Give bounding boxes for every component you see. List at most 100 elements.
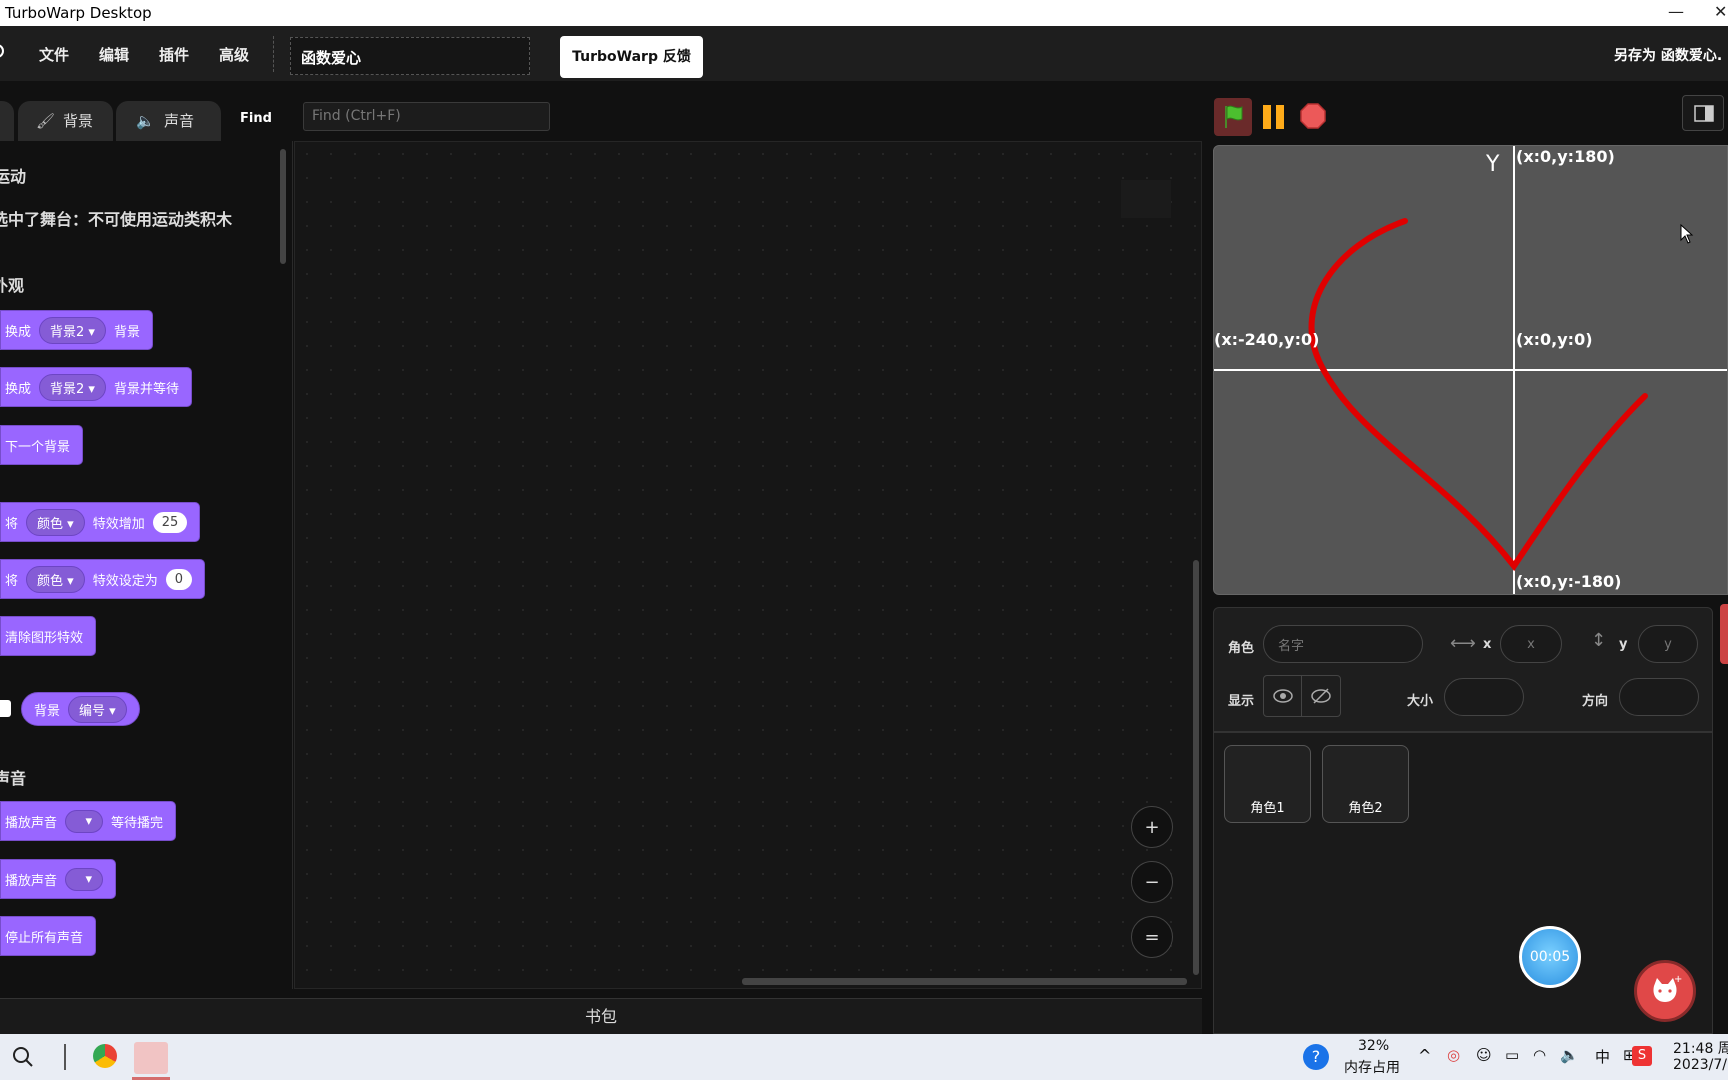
window-title-bar: TurboWarp Desktop — ✕ (0, 0, 1728, 26)
sound-dropdown[interactable]: ▾ (65, 809, 104, 833)
clear-effects-block[interactable]: 清除图形特效 (0, 616, 97, 656)
block-text: 下一个背景 (5, 439, 71, 455)
sprite-thumbnail[interactable]: 角色1 (1224, 745, 1311, 823)
svg-text:+: + (1674, 974, 1682, 985)
close-button[interactable]: ✕ (1714, 2, 1727, 21)
direction-input[interactable] (1619, 678, 1699, 716)
find-input[interactable]: Find (Ctrl+F) (303, 102, 550, 131)
memory-percent: 32% (1358, 1038, 1390, 1054)
looks-heading: 外观 (0, 276, 25, 295)
sprite-list-panel: 角色1 角色2 00:05 + (1213, 732, 1713, 1034)
feedback-button[interactable]: TurboWarp 反馈 (560, 36, 703, 78)
x-position-input[interactable]: x (1500, 625, 1562, 663)
menu-edit[interactable]: 编辑 (99, 44, 129, 65)
size-label: 大小 (1407, 694, 1434, 709)
eye-icon (1272, 689, 1293, 703)
tray-app-icon[interactable]: ◎ (1447, 1046, 1460, 1064)
tray-emoji-icon[interactable]: ☺ (1476, 1046, 1492, 1064)
vertical-arrows-icon: ↕ (1591, 630, 1607, 651)
help-icon[interactable]: ? (1303, 1044, 1329, 1070)
change-effect-block[interactable]: 将 颜色 ▾ 特效增加 25 (0, 502, 201, 542)
tab-code[interactable] (0, 101, 14, 141)
block-palette: 运动 选中了舞台：不可使用运动类积木 外观 换成 背景2 ▾ 背景 换成 背景2… (0, 141, 293, 989)
sprite-name-input[interactable]: 名字 (1263, 625, 1423, 663)
size-input[interactable] (1444, 678, 1524, 716)
menu-addons[interactable]: 插件 (159, 44, 189, 65)
memory-label: 内存占用 (1344, 1060, 1400, 1076)
show-sprite-button[interactable] (1264, 676, 1302, 716)
block-text: 播放声音 (5, 873, 58, 889)
sound-dropdown[interactable]: ▾ (65, 867, 104, 891)
play-sound-until-done-block[interactable]: 播放声音 ▾ 等待播完 (0, 801, 177, 841)
zoom-reset-button[interactable]: = (1131, 916, 1173, 958)
backdrop-number-reporter[interactable]: 背景 编号 ▾ (21, 692, 140, 726)
stop-button[interactable] (1299, 102, 1327, 130)
backdrop-dropdown[interactable]: 背景2 ▾ (39, 316, 106, 344)
add-sprite-button[interactable]: + (1634, 960, 1696, 1022)
set-effect-block[interactable]: 将 颜色 ▾ 特效设定为 0 (0, 559, 205, 599)
tab-sounds[interactable]: 🔈 声音 (116, 101, 221, 141)
chevron-up-icon[interactable]: ^ (1418, 1046, 1431, 1065)
menu-file[interactable]: 文件 (39, 44, 69, 65)
zoom-out-button[interactable]: − (1131, 861, 1173, 903)
zoom-out-icon: − (1144, 871, 1160, 893)
effect-dropdown[interactable]: 颜色 ▾ (26, 508, 85, 536)
wifi-icon[interactable]: ◠ (1533, 1046, 1546, 1064)
chrome-icon[interactable] (93, 1044, 117, 1068)
number-name-dropdown[interactable]: 编号 ▾ (68, 695, 127, 723)
block-text: 将 (5, 516, 19, 532)
dropdown-value: 背景2 (50, 381, 85, 397)
search-icon[interactable] (12, 1046, 34, 1068)
sound-heading: 声音 (0, 769, 27, 788)
tab-backdrops[interactable]: 🖌 背景 (18, 101, 113, 141)
stop-all-sounds-block[interactable]: 停止所有声音 (0, 916, 97, 956)
coord-label-bottom: (x:0,y:-180) (1516, 572, 1622, 591)
stage-header (1202, 81, 1728, 144)
sogou-icon[interactable]: S (1632, 1046, 1652, 1066)
effect-amount-input[interactable]: 25 (152, 511, 188, 533)
zoom-in-button[interactable]: + (1131, 806, 1173, 848)
effect-dropdown[interactable]: 颜色 ▾ (26, 565, 85, 593)
menu-advanced[interactable]: 高级 (219, 44, 249, 65)
system-taskbar: ? 32% 内存占用 ^ ◎ ☺ ▭ ◠ 🔈 中 ⊞ S 21:48 周 202… (0, 1034, 1728, 1080)
block-text: 特效增加 (92, 516, 145, 532)
script-workspace[interactable]: + − = (294, 141, 1202, 989)
show-label: 显示 (1228, 694, 1255, 709)
stage-layout-button[interactable] (1682, 95, 1724, 131)
ime-indicator[interactable]: 中 (1595, 1046, 1610, 1067)
workspace-vertical-scrollbar[interactable] (1193, 560, 1199, 975)
volume-icon[interactable]: 🔈 (1560, 1046, 1579, 1064)
logo-icon[interactable] (0, 44, 4, 58)
editor-tabs-row: 🖌 背景 🔈 声音 Find Find (Ctrl+F) (0, 81, 1200, 141)
switch-backdrop-wait-block[interactable]: 换成 背景2 ▾ 背景并等待 (0, 367, 192, 407)
workspace-horizontal-scrollbar[interactable] (742, 978, 1187, 985)
project-title-input[interactable]: 函数爱心 (290, 37, 530, 75)
block-text: 特效设定为 (92, 573, 158, 589)
timer-widget[interactable]: 00:05 (1519, 926, 1581, 988)
speaker-icon: 🔈 (136, 112, 155, 130)
backpack-bar[interactable]: 书包 (0, 998, 1202, 1034)
turbowarp-taskbar-icon[interactable] (134, 1042, 168, 1074)
reporter-checkbox[interactable] (0, 700, 11, 717)
dropdown-value: 颜色 (37, 516, 64, 532)
stage-canvas[interactable]: Y (x:0,y:180) (x:-240,y:0) (x:0,y:0) (x:… (1213, 145, 1728, 595)
block-text: 清除图形特效 (5, 630, 84, 646)
clock-time[interactable]: 21:48 周 (1673, 1038, 1728, 1058)
effect-value-input[interactable]: 0 (165, 568, 192, 590)
battery-icon[interactable]: ▭ (1505, 1046, 1519, 1064)
sprite-thumbnail[interactable]: 角色2 (1322, 745, 1409, 823)
start-sound-block[interactable]: 播放声音 ▾ (0, 859, 117, 899)
y-position-input[interactable]: y (1638, 625, 1698, 663)
switch-backdrop-block[interactable]: 换成 背景2 ▾ 背景 (0, 310, 153, 350)
save-as-button[interactable]: 另存为 函数爱心. (1614, 45, 1722, 65)
green-flag-button[interactable] (1214, 98, 1252, 136)
backdrop-dropdown[interactable]: 背景2 ▾ (39, 373, 106, 401)
minimize-button[interactable]: — (1668, 2, 1684, 21)
clock-date[interactable]: 2023/7/ (1673, 1057, 1727, 1073)
hide-sprite-button[interactable] (1302, 676, 1340, 716)
palette-scrollbar[interactable] (280, 149, 286, 264)
pause-button[interactable] (1261, 103, 1287, 131)
next-backdrop-block[interactable]: 下一个背景 (0, 425, 84, 465)
layout-toggle-icon (1694, 105, 1714, 122)
tab-sounds-label: 声音 (164, 112, 195, 130)
